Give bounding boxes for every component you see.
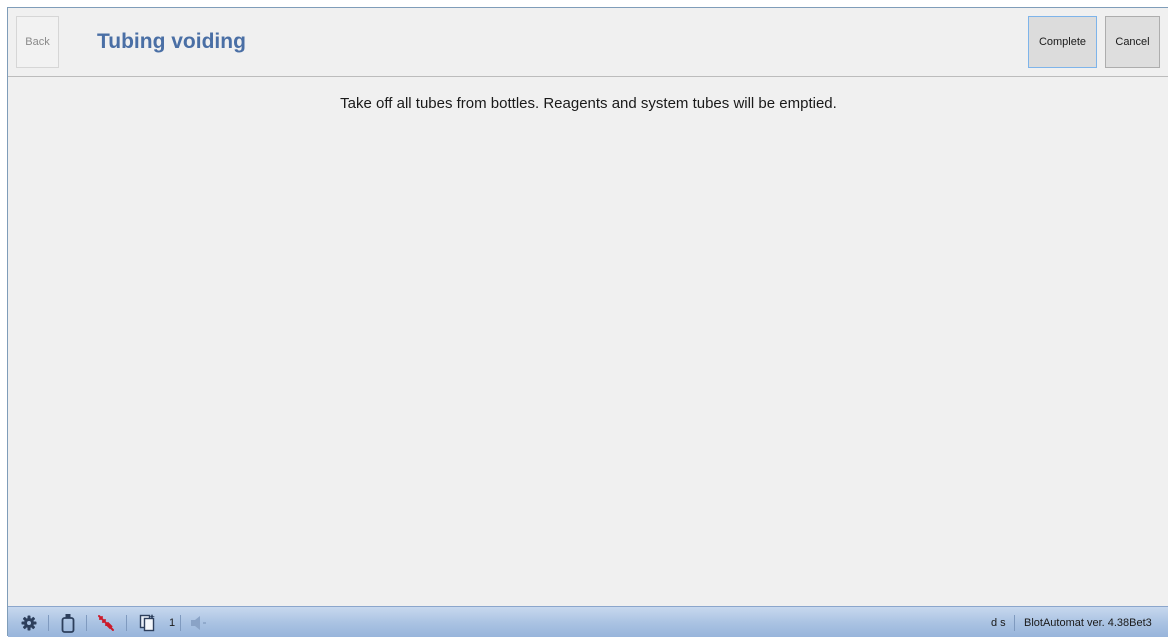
documents-icon[interactable] (138, 613, 158, 633)
page-title: Tubing voiding (97, 30, 246, 53)
app-window: Back Tubing voiding Complete Cancel Take… (7, 7, 1168, 637)
bottle-icon[interactable] (58, 613, 78, 633)
status-separator (180, 615, 181, 631)
status-separator (86, 615, 87, 631)
status-text: d s (991, 617, 1006, 629)
complete-button[interactable]: Complete (1028, 16, 1097, 68)
status-separator (48, 615, 49, 631)
documents-count: 1 (169, 617, 176, 629)
status-separator (126, 615, 127, 631)
header-bar: Back Tubing voiding Complete Cancel (8, 8, 1168, 77)
instruction-text: Take off all tubes from bottles. Reagent… (340, 95, 837, 112)
speaker-icon[interactable] (189, 613, 209, 633)
gear-icon[interactable] (19, 613, 39, 633)
version-label: BlotAutomat ver. 4.38Bet3 (1024, 617, 1152, 629)
cancel-button[interactable]: Cancel (1105, 16, 1160, 68)
status-bar: 1 d s BlotAutomat ver. 4.38Bet3 (8, 606, 1168, 637)
syringe-icon[interactable] (96, 613, 116, 633)
status-separator (1014, 615, 1015, 631)
back-button[interactable]: Back (16, 16, 59, 68)
